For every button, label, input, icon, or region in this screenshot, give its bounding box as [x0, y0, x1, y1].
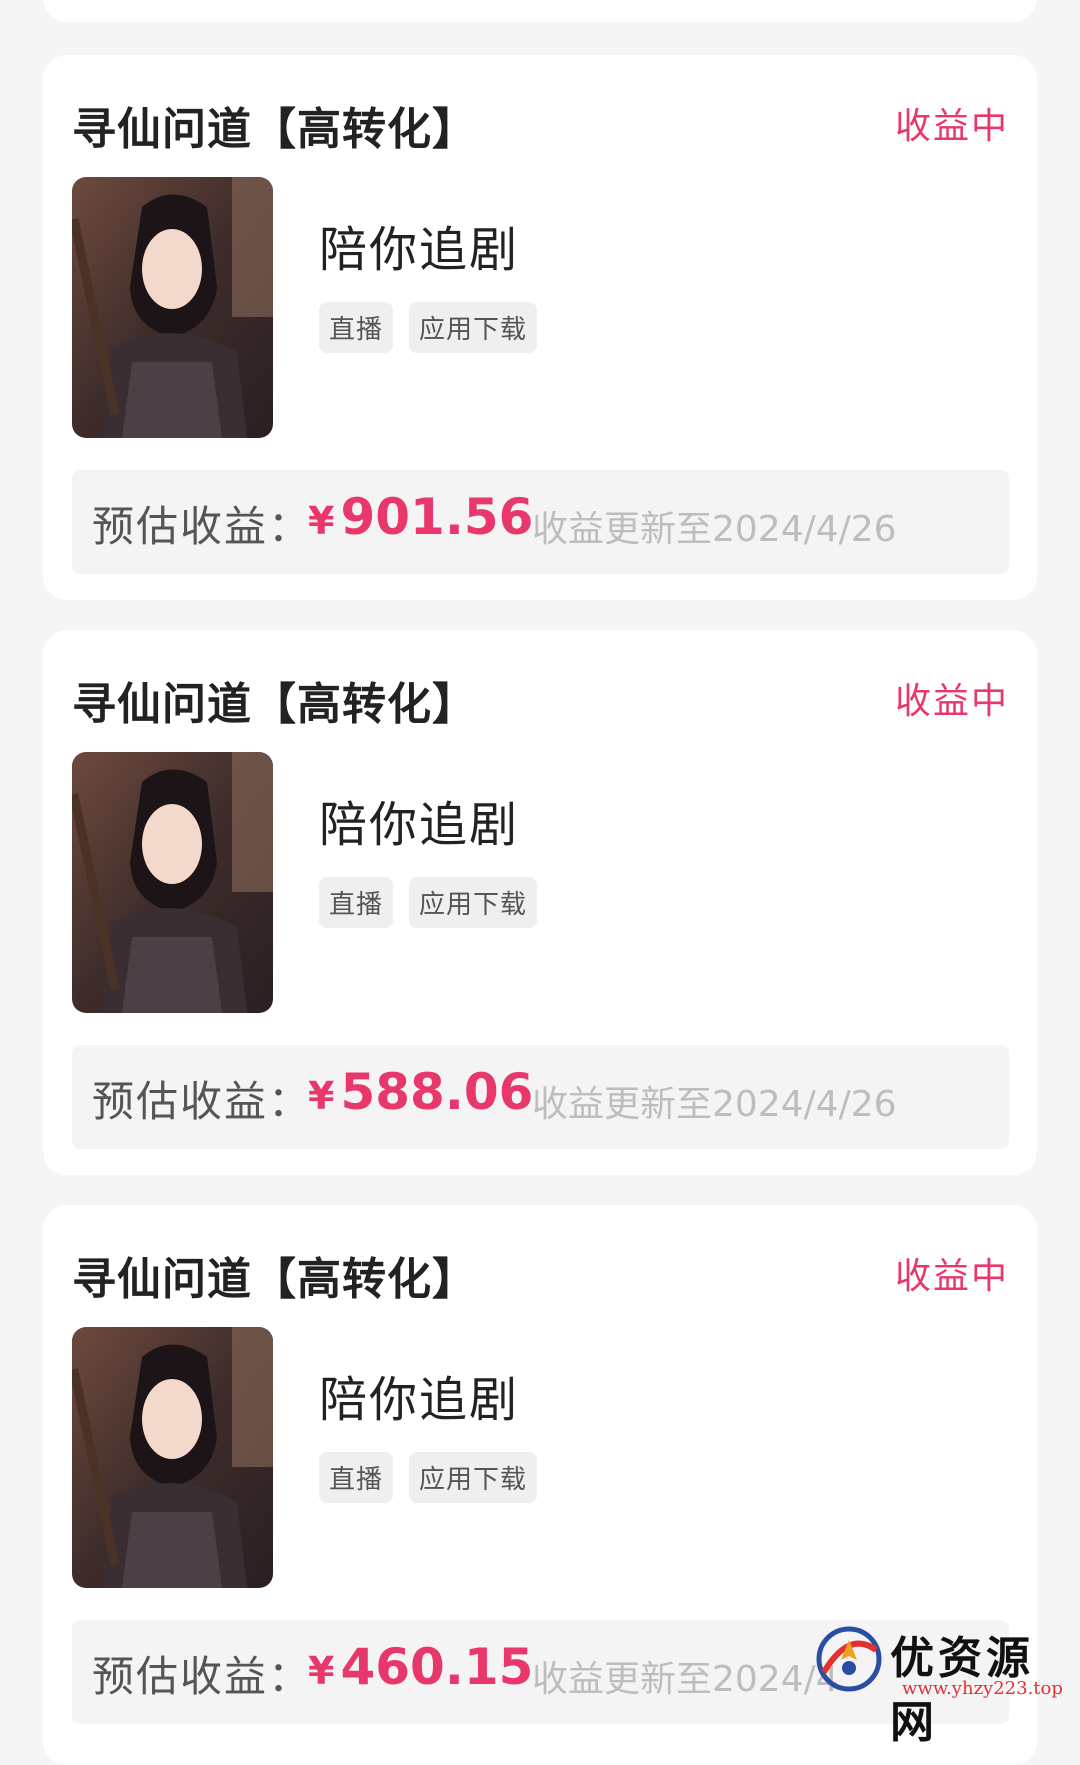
- earnings-update-date: 收益更新至2024/4: [532, 1659, 839, 1700]
- status-badge: 收益中: [894, 106, 1009, 147]
- drama-poster-image: [72, 1327, 273, 1588]
- campaign-title: 寻仙问道【高转化】: [72, 1254, 477, 1305]
- tag-live: 直播: [319, 877, 394, 928]
- earnings-amount: ¥460.15: [308, 1638, 533, 1696]
- earnings-bar: 预估收益： ¥901.56 收益更新至2024/4/26: [72, 470, 1009, 574]
- watermark-logo-icon: [816, 1626, 882, 1692]
- app-name: 陪你追剧: [319, 1372, 520, 1428]
- site-watermark: 优资源网 www.yhzy223.top: [810, 1620, 1076, 1748]
- tag-app-download: 应用下载: [409, 877, 538, 928]
- tag-live: 直播: [319, 1452, 394, 1503]
- watermark-url: www.yhzy223.top: [902, 1678, 1063, 1699]
- campaign-card[interactable]: 寻仙问道【高转化】 收益中 陪你追剧 直播 应用下载 预估收益： ¥588.06…: [43, 630, 1037, 1175]
- drama-poster-image: [72, 177, 273, 438]
- earnings-label: 预估收益：: [92, 1077, 313, 1126]
- drama-poster-image: [72, 752, 273, 1013]
- app-name: 陪你追剧: [319, 222, 520, 278]
- earnings-amount: ¥901.56: [308, 488, 533, 546]
- currency-symbol: ¥: [308, 1649, 335, 1693]
- amount-value: 460.15: [340, 1638, 534, 1696]
- earnings-update-date: 收益更新至2024/4/26: [532, 509, 897, 550]
- earnings-label: 预估收益：: [92, 1652, 313, 1701]
- tag-list: 直播 应用下载: [319, 302, 538, 353]
- currency-symbol: ¥: [308, 1074, 335, 1118]
- campaign-title: 寻仙问道【高转化】: [72, 104, 477, 155]
- currency-symbol: ¥: [308, 499, 335, 543]
- status-badge: 收益中: [894, 681, 1009, 722]
- amount-value: 901.56: [340, 488, 534, 546]
- earnings-amount: ¥588.06: [308, 1063, 533, 1121]
- previous-card-edge: [43, 0, 1037, 22]
- tag-app-download: 应用下载: [409, 1452, 538, 1503]
- tag-app-download: 应用下载: [409, 302, 538, 353]
- tag-list: 直播 应用下载: [319, 877, 538, 928]
- tag-list: 直播 应用下载: [319, 1452, 538, 1503]
- campaign-title: 寻仙问道【高转化】: [72, 679, 477, 730]
- amount-value: 588.06: [340, 1063, 534, 1121]
- earnings-bar: 预估收益： ¥588.06 收益更新至2024/4/26: [72, 1045, 1009, 1149]
- earnings-label: 预估收益：: [92, 502, 313, 551]
- status-badge: 收益中: [894, 1256, 1009, 1297]
- earnings-update-date: 收益更新至2024/4/26: [532, 1084, 897, 1125]
- campaign-card[interactable]: 寻仙问道【高转化】 收益中 陪你追剧 直播 应用下载 预估收益： ¥901.56…: [43, 55, 1037, 600]
- app-name: 陪你追剧: [319, 797, 520, 853]
- tag-live: 直播: [319, 302, 394, 353]
